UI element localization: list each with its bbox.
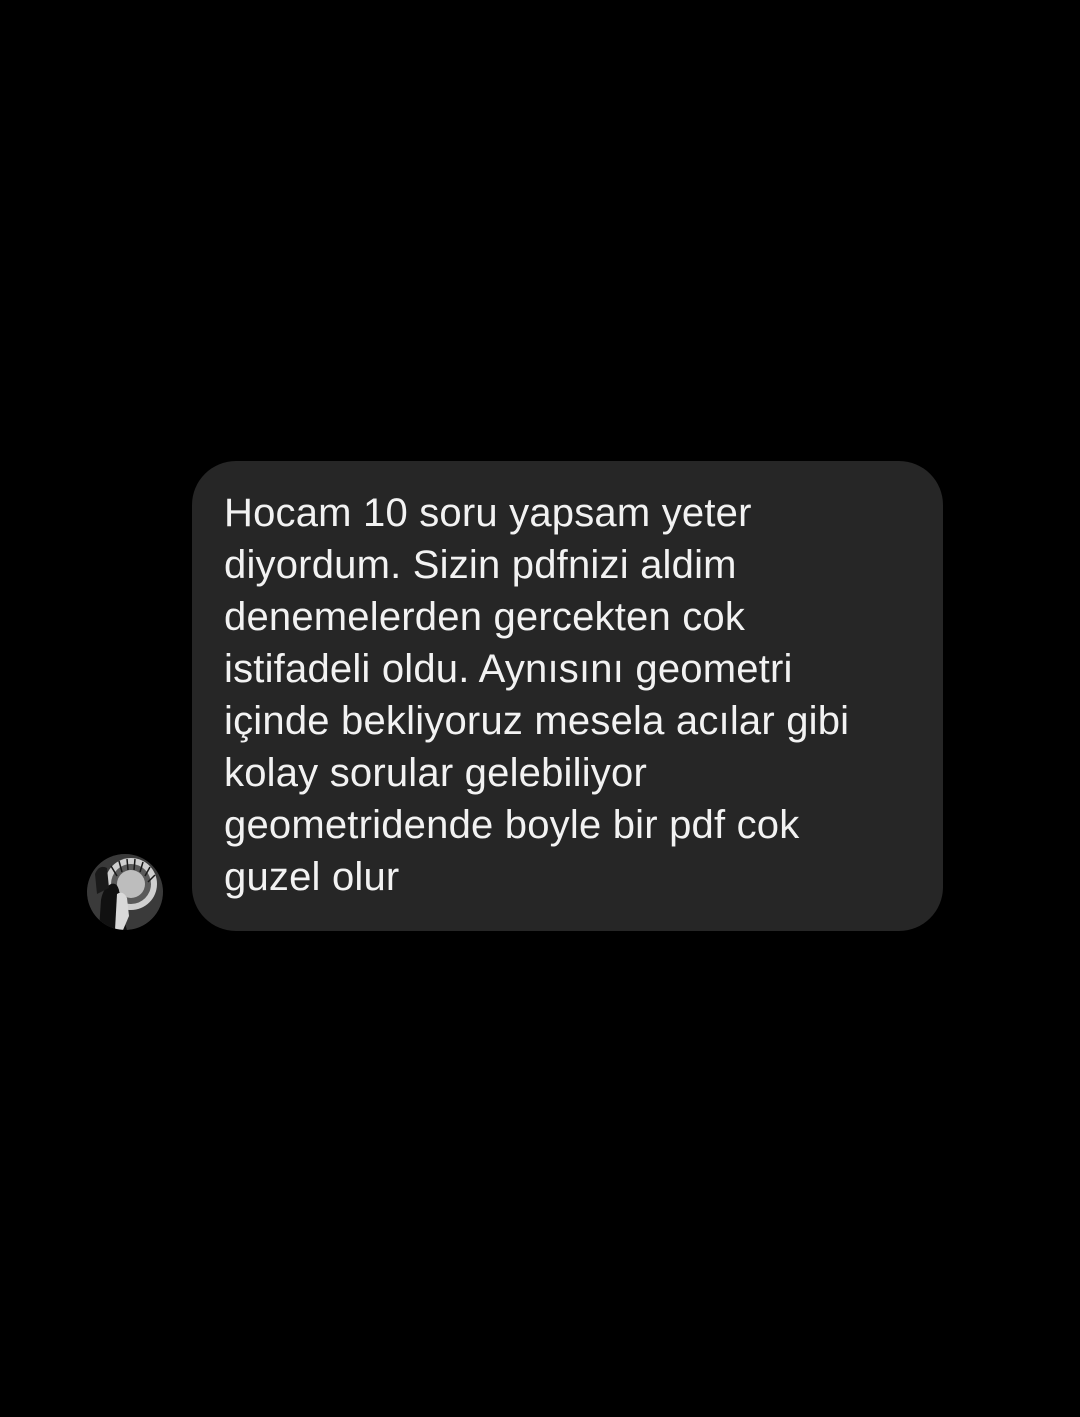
incoming-message-row: Hocam 10 soru yapsam yeter diyordum. Siz… bbox=[0, 0, 1080, 1417]
profile-photo-icon bbox=[87, 854, 163, 930]
sender-avatar[interactable] bbox=[87, 854, 163, 930]
dm-conversation-screen: Hocam 10 soru yapsam yeter diyordum. Siz… bbox=[0, 0, 1080, 1417]
message-text: Hocam 10 soru yapsam yeter diyordum. Siz… bbox=[224, 491, 850, 899]
incoming-message-bubble[interactable]: Hocam 10 soru yapsam yeter diyordum. Siz… bbox=[192, 461, 943, 931]
